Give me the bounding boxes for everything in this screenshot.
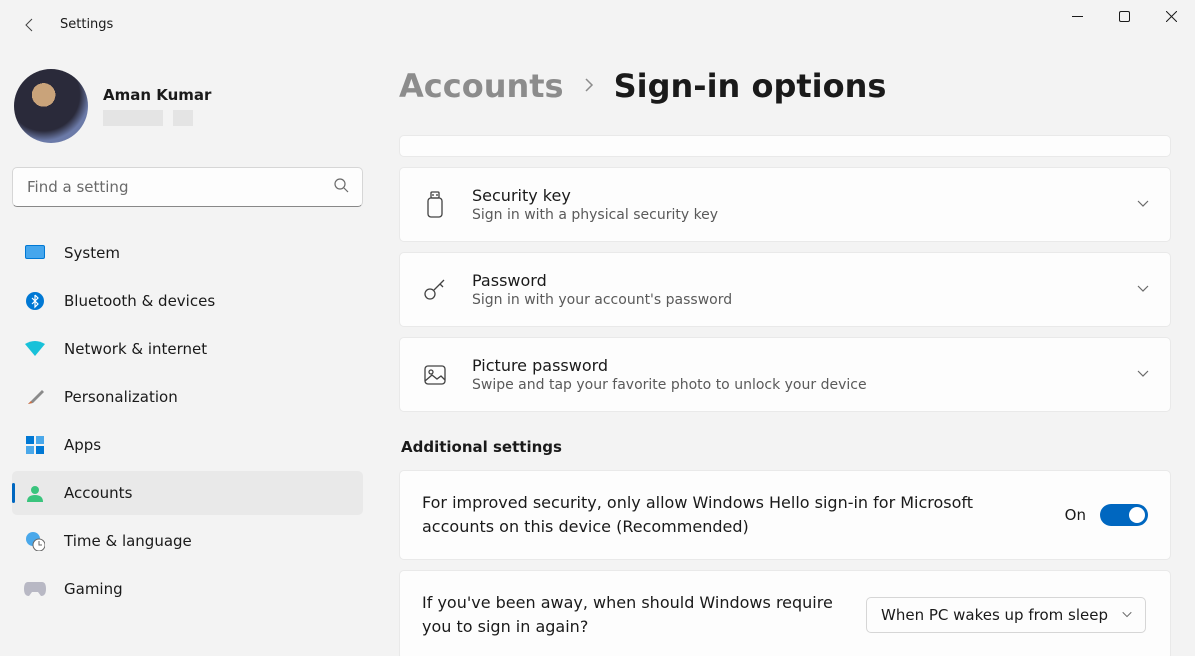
sidebar-item-label: Gaming bbox=[64, 580, 123, 598]
bluetooth-icon bbox=[24, 290, 46, 312]
chevron-down-icon bbox=[1136, 365, 1150, 384]
clock-globe-icon bbox=[24, 530, 46, 552]
breadcrumb-parent[interactable]: Accounts bbox=[399, 67, 564, 105]
sidebar-item-accounts[interactable]: Accounts bbox=[12, 471, 363, 515]
nav: System Bluetooth & devices Network & int… bbox=[12, 231, 363, 611]
avatar bbox=[14, 69, 88, 143]
signin-option-password[interactable]: Password Sign in with your account's pas… bbox=[399, 252, 1171, 327]
signin-option-collapsed-prev[interactable] bbox=[399, 135, 1171, 157]
sidebar-item-label: Accounts bbox=[64, 484, 132, 502]
toggle-wrap: On bbox=[1065, 504, 1148, 526]
sidebar-item-label: Bluetooth & devices bbox=[64, 292, 215, 310]
search-input[interactable] bbox=[12, 167, 363, 207]
chevron-down-icon bbox=[1136, 195, 1150, 214]
person-icon bbox=[24, 482, 46, 504]
usb-key-icon bbox=[420, 190, 450, 220]
option-title: Security key bbox=[472, 186, 1114, 205]
gamepad-icon bbox=[24, 578, 46, 600]
profile-email-redacted bbox=[103, 110, 211, 126]
wifi-icon bbox=[24, 338, 46, 360]
window-controls bbox=[1054, 0, 1195, 32]
chevron-right-icon bbox=[582, 77, 596, 96]
sidebar-item-gaming[interactable]: Gaming bbox=[12, 567, 363, 611]
arrow-left-icon bbox=[22, 17, 38, 33]
additional-settings-heading: Additional settings bbox=[401, 438, 1171, 456]
option-subtitle: Swipe and tap your favorite photo to unl… bbox=[472, 377, 1114, 393]
require-signin-select[interactable]: When PC wakes up from sleep bbox=[866, 597, 1146, 633]
setting-text: If you've been away, when should Windows… bbox=[422, 591, 842, 639]
sidebar-item-label: System bbox=[64, 244, 120, 262]
sidebar-item-label: Personalization bbox=[64, 388, 178, 406]
sidebar-item-personalization[interactable]: Personalization bbox=[12, 375, 363, 419]
sidebar-item-bluetooth[interactable]: Bluetooth & devices bbox=[12, 279, 363, 323]
page-title: Sign-in options bbox=[614, 67, 887, 105]
main-content: Accounts Sign-in options Security key Si… bbox=[375, 49, 1195, 656]
maximize-button[interactable] bbox=[1101, 0, 1148, 32]
hello-only-setting: For improved security, only allow Window… bbox=[399, 470, 1171, 560]
option-title: Picture password bbox=[472, 356, 1114, 375]
sidebar: Aman Kumar System Bluetooth & devices bbox=[0, 49, 375, 656]
sidebar-item-apps[interactable]: Apps bbox=[12, 423, 363, 467]
profile-name: Aman Kumar bbox=[103, 86, 211, 104]
system-icon bbox=[24, 242, 46, 264]
sidebar-item-label: Network & internet bbox=[64, 340, 207, 358]
search-wrap bbox=[12, 167, 363, 207]
back-button[interactable] bbox=[14, 9, 46, 41]
signin-option-security-key[interactable]: Security key Sign in with a physical sec… bbox=[399, 167, 1171, 242]
sidebar-item-system[interactable]: System bbox=[12, 231, 363, 275]
chevron-down-icon bbox=[1136, 280, 1150, 299]
sidebar-item-network[interactable]: Network & internet bbox=[12, 327, 363, 371]
option-title: Password bbox=[472, 271, 1114, 290]
paintbrush-icon bbox=[24, 386, 46, 408]
breadcrumb: Accounts Sign-in options bbox=[399, 67, 1171, 105]
titlebar: Settings bbox=[0, 0, 1195, 49]
option-subtitle: Sign in with your account's password bbox=[472, 292, 1114, 308]
profile[interactable]: Aman Kumar bbox=[12, 69, 363, 143]
toggle-state-label: On bbox=[1065, 506, 1086, 524]
minimize-icon bbox=[1072, 11, 1083, 22]
select-value: When PC wakes up from sleep bbox=[881, 606, 1108, 624]
setting-text: For improved security, only allow Window… bbox=[422, 491, 1041, 539]
require-signin-setting: If you've been away, when should Windows… bbox=[399, 570, 1171, 656]
key-icon bbox=[420, 275, 450, 305]
close-button[interactable] bbox=[1148, 0, 1195, 32]
profile-info: Aman Kumar bbox=[103, 86, 211, 126]
option-subtitle: Sign in with a physical security key bbox=[472, 207, 1114, 223]
apps-icon bbox=[24, 434, 46, 456]
sidebar-item-time-language[interactable]: Time & language bbox=[12, 519, 363, 563]
maximize-icon bbox=[1119, 11, 1130, 22]
signin-option-picture-password[interactable]: Picture password Swipe and tap your favo… bbox=[399, 337, 1171, 412]
window-title: Settings bbox=[60, 17, 113, 32]
chevron-down-icon bbox=[1121, 606, 1133, 624]
picture-icon bbox=[420, 360, 450, 390]
hello-only-toggle[interactable] bbox=[1100, 504, 1148, 526]
search-icon bbox=[333, 177, 349, 197]
sidebar-item-label: Time & language bbox=[64, 532, 192, 550]
close-icon bbox=[1166, 11, 1177, 22]
minimize-button[interactable] bbox=[1054, 0, 1101, 32]
sidebar-item-label: Apps bbox=[64, 436, 101, 454]
